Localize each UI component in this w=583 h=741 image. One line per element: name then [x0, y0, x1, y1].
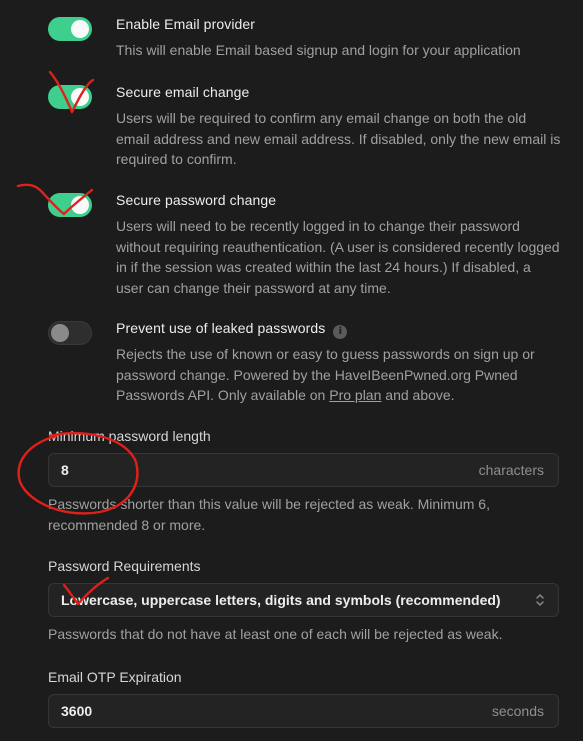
input-value: 3600 — [61, 703, 93, 719]
toggle-knob — [71, 20, 89, 38]
setting-description: This will enable Email based signup and … — [116, 42, 521, 58]
secure-email-change-toggle[interactable] — [48, 85, 92, 109]
setting-title: Prevent use of leaked passwords — [116, 320, 326, 336]
enable-email-provider-toggle[interactable] — [48, 17, 92, 41]
setting-title: Enable Email provider — [116, 16, 256, 32]
setting-description: Rejects the use of known or easy to gues… — [116, 344, 561, 406]
password-requirements-select[interactable]: Lowercase, uppercase letters, digits and… — [48, 583, 559, 617]
select-value: Lowercase, uppercase letters, digits and… — [61, 592, 501, 608]
setting-title: Secure email change — [116, 84, 250, 100]
secure-password-change-toggle[interactable] — [48, 193, 92, 217]
setting-title-row: Prevent use of leaked passwords i — [116, 320, 348, 339]
pro-plan-link[interactable]: Pro plan — [329, 387, 381, 403]
email-otp-expiration-label: Email OTP Expiration — [48, 669, 182, 685]
min-password-length-label: Minimum password length — [48, 428, 211, 444]
description-text: Rejects the use of known or easy to gues… — [116, 346, 535, 403]
toggle-knob — [71, 88, 89, 106]
min-password-length-help: Passwords shorter than this value will b… — [48, 496, 490, 533]
prevent-leaked-passwords-toggle[interactable] — [48, 321, 92, 345]
setting-description: Users will need to be recently logged in… — [116, 218, 560, 296]
password-requirements-help: Passwords that do not have at least one … — [48, 626, 503, 642]
description-text: and above. — [381, 387, 455, 403]
email-otp-expiration-input[interactable]: 3600 seconds — [48, 694, 559, 728]
password-requirements-label: Password Requirements — [48, 558, 201, 574]
input-suffix: seconds — [491, 703, 544, 719]
setting-description: Users will be required to confirm any em… — [116, 110, 561, 167]
input-value: 8 — [61, 462, 69, 478]
chevron-up-down-icon — [536, 594, 544, 606]
toggle-knob — [51, 324, 69, 342]
input-suffix: characters — [478, 462, 544, 478]
min-password-length-input[interactable]: 8 characters — [48, 453, 559, 487]
toggle-knob — [71, 196, 89, 214]
setting-title: Secure password change — [116, 192, 277, 208]
info-icon[interactable]: i — [333, 325, 348, 339]
